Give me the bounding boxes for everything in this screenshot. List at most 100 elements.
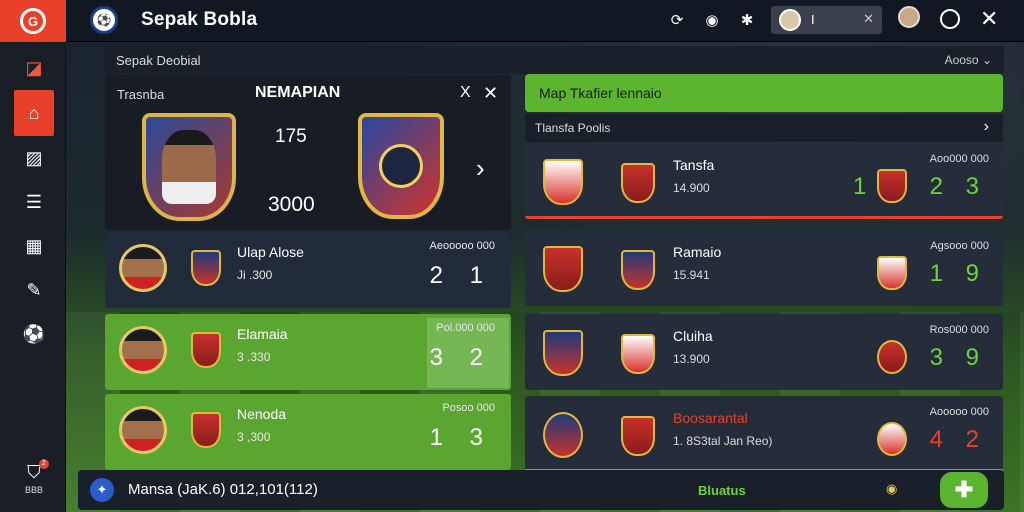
transfer-name: Tansfa (673, 157, 715, 173)
transfer-subheader[interactable]: Tlansfa Poolis › (525, 114, 1003, 142)
section-title: Sepak Deobial (116, 53, 201, 68)
stats-icon: ▨ (25, 147, 43, 168)
edit-icon: ◪ (25, 57, 43, 78)
app-logo[interactable]: G (0, 0, 66, 42)
transfer-row[interactable]: Boosarantal 1. 8S3tal Jan Reo) Aooooo 00… (525, 396, 1003, 472)
shield-icon: ⛉ 2 (27, 459, 49, 483)
transfer-row[interactable]: Ramaio 15.941 Agsooo 000 1 9 (525, 230, 1003, 306)
club-crest-icon (621, 334, 655, 374)
section-dropdown[interactable]: Aooso ⌄ (945, 53, 992, 67)
list-icon: ☰ (25, 191, 43, 212)
refresh-icon[interactable]: ⟳ (666, 9, 688, 31)
player-value: 3 .330 (237, 350, 271, 364)
user-selector[interactable]: I ✕ (771, 6, 882, 34)
sidebar-item-list[interactable]: ☰ (14, 182, 54, 222)
club-crest-icon (191, 332, 221, 368)
transfer-name: Cluiha (673, 328, 713, 344)
profile-avatar[interactable] (898, 6, 920, 28)
club-crest-icon (543, 159, 583, 205)
transfer-fee: Agsooo 000 (930, 240, 989, 252)
featured-close-text[interactable]: X (460, 84, 471, 102)
transfer-score: 4 2 (929, 426, 987, 453)
transfer-value: 15.941 (673, 268, 710, 282)
transfer-score: 2 3 (929, 173, 987, 200)
featured-value-2: 3000 (268, 193, 315, 216)
list-item[interactable]: Elamaia 3 .330 Pol.000 000 3 2 (105, 314, 511, 390)
sidebar-item-home[interactable]: ⌂ (14, 90, 54, 136)
sidebar: ◪ ⌂ ▨ ☰ ▦ ✎ ⚽ ⛉ 2 BBB (0, 42, 66, 512)
transfer-lead: 1 (853, 173, 867, 200)
featured-close-icon[interactable]: ✕ (483, 83, 498, 104)
player-card[interactable] (142, 113, 236, 221)
compass-icon[interactable]: ✦ (90, 478, 114, 502)
club-crest-icon (877, 340, 907, 374)
sidebar-item-stats[interactable]: ▨ (14, 138, 54, 178)
transfer-fee: Ros000 000 (929, 324, 989, 336)
club-crest-icon (543, 246, 583, 292)
chevron-right-icon[interactable]: › (984, 118, 989, 136)
player-score: 3 2 (429, 344, 493, 371)
transfer-value: 13.900 (673, 352, 710, 366)
transfer-header[interactable]: Map Tkafier lennaio (525, 74, 1003, 112)
app-title: Sepak Bobla (141, 9, 258, 30)
club-crest-icon (621, 163, 655, 203)
transfer-fee: Aooooo 000 (929, 406, 989, 418)
tools-icon: ✎ (26, 279, 42, 300)
featured-label: Trasnba (117, 87, 165, 102)
ball-icon: ⚽ (22, 323, 46, 344)
player-fee: Pol.000 000 (436, 322, 495, 334)
list-item[interactable]: Ulap Alose Ji .300 Aeooooo 000 2 1 (105, 232, 511, 308)
club-crest-icon (877, 169, 907, 203)
club-ball-icon (379, 144, 423, 188)
settings-icon[interactable]: ✱ (736, 9, 758, 31)
club-crest-icon (877, 256, 907, 290)
sidebar-item-calendar[interactable]: ▦ (14, 226, 54, 266)
status-badge: Bluatus (698, 483, 746, 498)
sidebar-item-edit[interactable]: ◪ (14, 48, 54, 88)
transfer-name: Boosarantal (673, 410, 748, 426)
ball-icon: ◉ (886, 481, 898, 496)
transfer-row[interactable]: Cluiha 13.900 Ros000 000 3 9 (525, 314, 1003, 390)
clear-icon[interactable]: ✕ (863, 11, 874, 27)
club-crest-icon (543, 412, 583, 458)
circle-button[interactable] (940, 9, 960, 29)
player-value: Ji .300 (237, 268, 273, 282)
logo-icon: G (20, 8, 46, 34)
player-fee: Aeooooo 000 (429, 240, 495, 252)
player-value: 3 ,300 (237, 430, 271, 444)
add-button[interactable]: ✚ (940, 472, 988, 508)
player-name: Ulap Alose (237, 244, 304, 260)
player-portrait (162, 130, 216, 204)
player-score: 2 1 (429, 262, 493, 289)
ball-icon[interactable]: ◉ (701, 9, 723, 31)
section-header: Sepak Deobial Aooso ⌄ (104, 46, 1004, 74)
sidebar-item-ball[interactable]: ⚽ (14, 314, 54, 354)
calendar-icon: ▦ (25, 235, 43, 256)
brand-ball-icon: ⚽ (90, 6, 118, 34)
notification-badge: 2 (38, 459, 49, 469)
player-avatar (119, 244, 167, 292)
club-crest-icon (191, 250, 221, 286)
sidebar-item-tools[interactable]: ✎ (14, 270, 54, 310)
player-fee: Posoo 000 (442, 402, 495, 414)
next-arrow-icon[interactable]: › (476, 153, 485, 184)
player-name: Elamaia (237, 326, 288, 342)
club-crest[interactable] (358, 113, 444, 219)
transfer-score: 1 9 (929, 260, 987, 287)
club-crest-icon (621, 250, 655, 290)
featured-value-1: 175 (275, 126, 307, 147)
transfer-value: 1. 8S3tal Jan Reo) (673, 434, 773, 448)
transfer-header-title: Map Tkafier lennaio (539, 85, 662, 101)
club-crest-icon (543, 330, 583, 376)
close-button[interactable]: ✕ (980, 6, 998, 32)
list-item[interactable]: Nenoda 3 ,300 Posoo 000 1 3 (105, 394, 511, 470)
transfer-row[interactable]: Tansfa 14.900 Aoo000 000 1 2 3 (525, 143, 1003, 219)
sidebar-footer[interactable]: ⛉ 2 BBB (14, 459, 54, 495)
bottom-status-text: Mansa (JaK.6) 012,101(112) (128, 481, 318, 498)
player-name: Nenoda (237, 406, 287, 422)
transfer-fee: Aoo000 000 (929, 153, 989, 165)
club-crest-icon (621, 416, 655, 456)
featured-title: NEMAPIAN (255, 84, 341, 101)
transfer-name: Ramaio (673, 244, 722, 260)
player-avatar (119, 326, 167, 374)
